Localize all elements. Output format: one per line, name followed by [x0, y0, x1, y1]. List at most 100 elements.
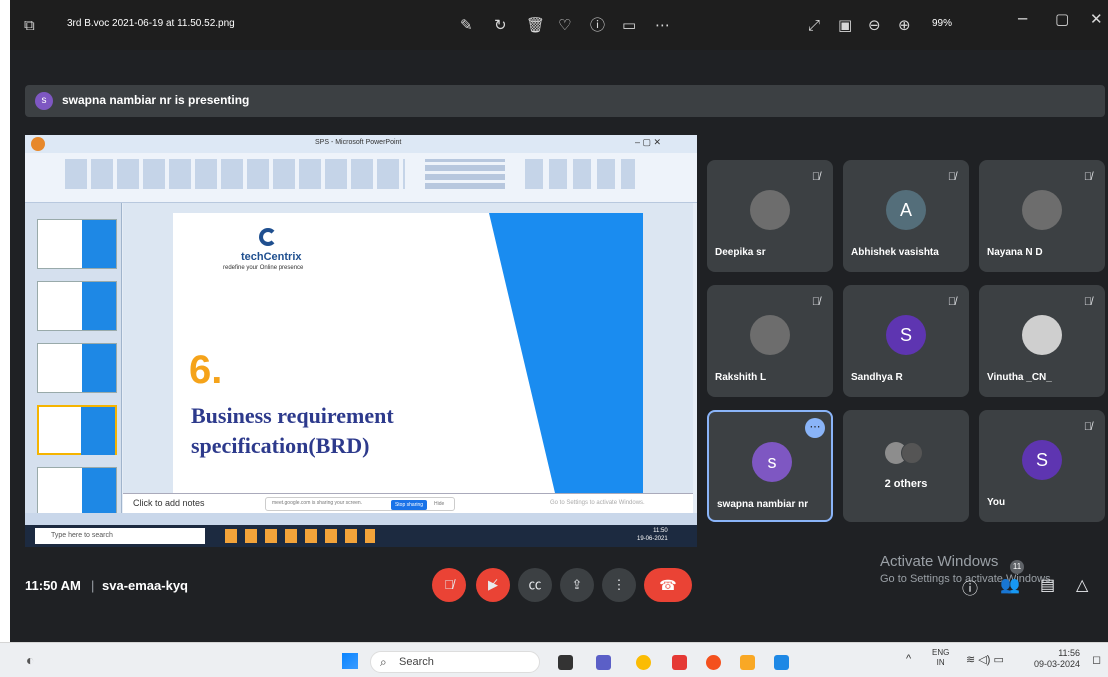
notes-placeholder: Click to add notes — [133, 498, 205, 508]
captions-button[interactable]: ㏄ — [518, 568, 552, 602]
techcentrix-logo-icon — [259, 228, 277, 246]
more-options-icon[interactable]: ⋯ — [805, 418, 825, 438]
slide-heading-line2: specification(BRD) — [191, 433, 370, 458]
taskbar-search-label: Search — [399, 656, 434, 668]
task-view-icon[interactable] — [558, 655, 573, 670]
participant-photo — [750, 190, 790, 230]
close-icon[interactable]: ✕ — [1090, 10, 1103, 28]
slideshow-icon[interactable]: ▭ — [622, 16, 636, 34]
ribbon-shapes — [425, 159, 505, 189]
mic-off-icon: 🎙̸ — [1083, 296, 1093, 308]
language-indicator[interactable]: ENG IN — [932, 648, 949, 668]
more-icon[interactable]: ⋯ — [655, 16, 670, 34]
participant-photo — [1022, 315, 1062, 355]
firefox-icon[interactable] — [706, 655, 721, 670]
slide-thumbnail-selected[interactable] — [37, 405, 117, 455]
participant-tile[interactable]: 🎙̸ Nayana N D — [979, 160, 1105, 272]
delete-icon[interactable]: 🗑 — [526, 16, 545, 34]
stop-sharing-button[interactable]: Stop sharing — [391, 500, 427, 510]
slide-thumbnail[interactable] — [37, 343, 117, 393]
sharing-notice: meet.google.com is sharing your screen. … — [265, 497, 455, 511]
presenter-avatar: s — [35, 92, 53, 110]
participant-avatar: s — [752, 442, 792, 482]
participant-tile-self[interactable]: S 🎙̸ You — [979, 410, 1105, 522]
slide-thumbnail[interactable] — [37, 467, 117, 517]
zoom-out-icon[interactable]: ⊖ — [868, 16, 881, 34]
participant-tile-others[interactable]: 2 others — [843, 410, 969, 522]
expand-icon[interactable]: ⤢ — [808, 16, 820, 34]
mic-off-icon: 🎙̸ — [811, 296, 821, 308]
screen: ⧉ 3rd B.voc 2021-06-19 at 11.50.52.png ✎… — [0, 0, 1108, 677]
presenting-text: swapna nambiar nr is presenting — [62, 93, 250, 107]
photos-app-icon: ⧉ — [24, 16, 35, 34]
fit-icon[interactable]: ▣ — [838, 16, 852, 34]
rotate-icon[interactable]: ↻ — [494, 16, 507, 34]
minimize-icon[interactable]: ─ — [1018, 10, 1027, 28]
activate-windows-title: Activate Windows — [880, 553, 999, 570]
participant-tile[interactable]: A 🎙̸ Abhishek vasishta — [843, 160, 969, 272]
taskbar-date: 09-03-2024 — [1034, 659, 1081, 669]
info-icon[interactable]: ⓘ — [590, 16, 605, 34]
logo-tagline: redefine your Online presence — [223, 265, 304, 271]
slide: techCentrix redefine your Online presenc… — [173, 213, 643, 493]
participant-name: Rakshith L — [715, 372, 767, 383]
participant-avatar: A — [886, 190, 926, 230]
slide-thumbnail[interactable] — [37, 219, 117, 269]
maximize-icon[interactable]: ▢ — [1055, 10, 1069, 28]
wifi-volume-battery-icon[interactable]: ≋ ◁) ▭ — [966, 653, 1004, 666]
participant-name: Nayana N D — [987, 247, 1043, 258]
file-explorer-icon[interactable] — [740, 655, 755, 670]
favorite-icon[interactable]: ♡ — [558, 16, 571, 34]
lang-line1: ENG — [932, 648, 950, 657]
zoom-in-icon[interactable]: ⊕ — [898, 16, 911, 34]
lang-line2: IN — [936, 658, 945, 667]
teams-icon[interactable] — [596, 655, 611, 670]
hide-button[interactable]: Hide — [434, 501, 444, 507]
taskbar-search[interactable]: ⌕ Search — [370, 651, 540, 673]
shared-taskbar: Type here to search 11:50 19-06-2021 — [25, 525, 697, 547]
shared-screen[interactable]: SPS - Microsoft PowerPoint – ▢ ✕ techCen… — [25, 135, 697, 547]
people-icon[interactable]: 👥 — [1000, 575, 1020, 595]
shared-clock-date: 19-06-2021 — [637, 536, 668, 542]
camera-off-button[interactable]: ▶̸ — [476, 568, 510, 602]
shared-clock: 11:50 19-06-2021 — [637, 527, 668, 543]
more-options-button[interactable]: ⋮ — [602, 568, 636, 602]
weather-icon[interactable]: ◐ — [26, 652, 34, 668]
mic-off-button[interactable]: 🎙̸ — [432, 568, 466, 602]
search-icon: ⌕ — [380, 655, 387, 669]
others-photo-icon — [901, 442, 923, 464]
notification-icon[interactable]: ◻ — [1092, 653, 1101, 666]
people-count-badge: 11 — [1010, 560, 1024, 574]
participant-tile[interactable]: 🎙̸ Vinutha _CN_ — [979, 285, 1105, 397]
mic-off-icon: 🎙̸ — [1083, 171, 1093, 183]
activities-icon[interactable]: △ — [1076, 575, 1088, 595]
mic-off-icon: 🎙̸ — [811, 171, 821, 183]
start-icon[interactable] — [342, 653, 358, 669]
photos-icon[interactable] — [774, 655, 789, 670]
slide-thumbnail[interactable] — [37, 281, 117, 331]
participant-tile-presenter[interactable]: ⋯ s swapna nambiar nr — [707, 410, 833, 522]
taskbar-clock[interactable]: 11:56 09-03-2024 — [1034, 648, 1080, 670]
participant-tile[interactable]: 🎙̸ Deepika sr — [707, 160, 833, 272]
present-button[interactable]: ⇪ — [560, 568, 594, 602]
slide-blue-shape — [489, 213, 643, 493]
powerpoint-titlebar: SPS - Microsoft PowerPoint – ▢ ✕ — [25, 135, 697, 153]
tray-chevron-icon[interactable]: ^ — [906, 653, 911, 665]
slide-thumbnails — [25, 203, 122, 517]
powerpoint-ribbon — [25, 153, 697, 203]
youtube-icon[interactable] — [672, 655, 687, 670]
powerpoint-window-title: SPS - Microsoft PowerPoint — [315, 139, 402, 146]
edit-icon[interactable]: ✎ — [460, 16, 473, 34]
powerpoint-statusbar — [25, 513, 697, 525]
participant-tile[interactable]: S 🎙̸ Sandhya R — [843, 285, 969, 397]
leave-call-button[interactable]: ☎ — [644, 568, 692, 602]
chat-icon[interactable]: ▤ — [1040, 575, 1055, 595]
info-icon[interactable]: ⓘ — [962, 575, 978, 599]
meeting-code: sva-emaa-kyq — [102, 578, 188, 593]
chrome-icon[interactable] — [636, 655, 651, 670]
participant-tile[interactable]: 🎙̸ Rakshith L — [707, 285, 833, 397]
mic-off-icon: 🎙̸ — [1083, 421, 1093, 433]
shared-activate-hint: Go to Settings to activate Windows. — [550, 500, 645, 506]
participant-avatar: S — [1022, 440, 1062, 480]
windows-taskbar: ◐ ⌕ Search ^ ENG IN ≋ ◁) ▭ 11:56 09-03-202… — [0, 642, 1108, 677]
